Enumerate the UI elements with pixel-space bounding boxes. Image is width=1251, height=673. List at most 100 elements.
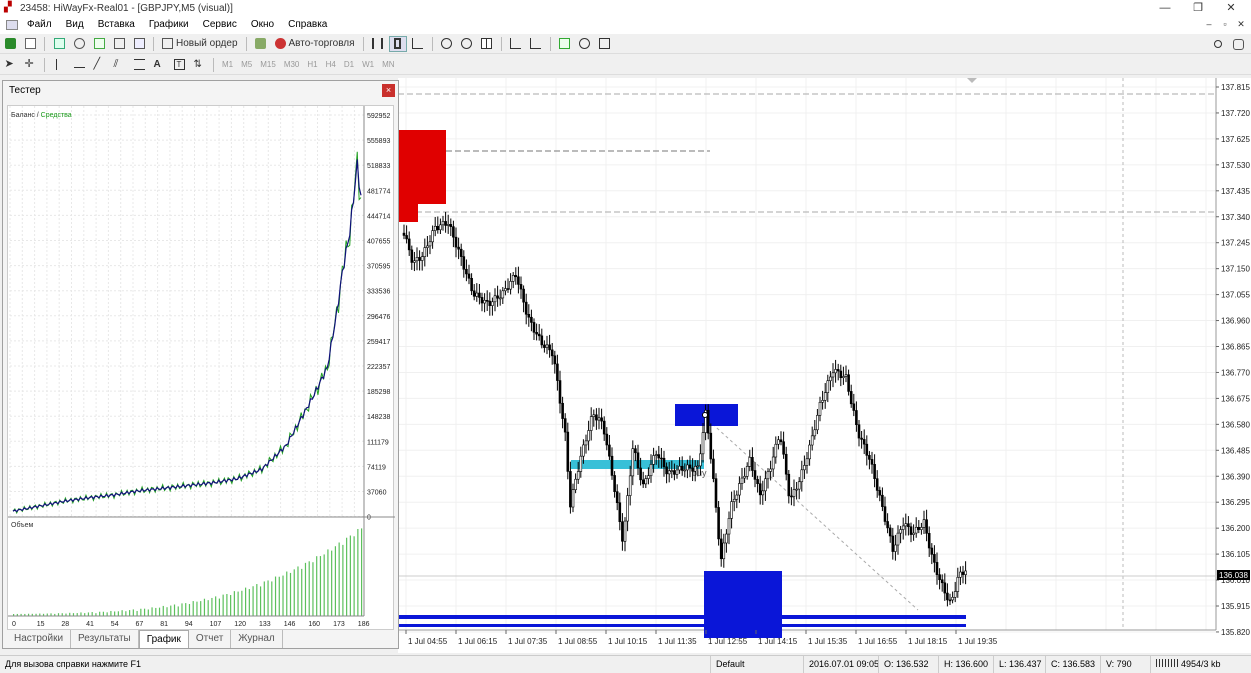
new-chart-icon[interactable] bbox=[1, 36, 19, 52]
vertical-line-icon[interactable] bbox=[50, 57, 68, 73]
horizontal-line-icon[interactable] bbox=[70, 57, 88, 73]
volume-bar bbox=[353, 536, 355, 616]
timeframe-m5[interactable]: M5 bbox=[237, 60, 256, 69]
tester-close-icon[interactable]: × bbox=[382, 84, 395, 97]
candle-body bbox=[761, 490, 765, 496]
candle-body bbox=[940, 579, 944, 584]
price-chart[interactable]: buy 137.815 137.720 137.625 137.530 137.435 13… bbox=[398, 78, 1251, 653]
candlestick-icon[interactable] bbox=[388, 35, 407, 52]
candle-body bbox=[462, 256, 466, 270]
mdi-minimize-icon[interactable]: – bbox=[1202, 17, 1216, 31]
balance-line bbox=[12, 159, 362, 513]
candle-body bbox=[816, 415, 819, 431]
candle-body bbox=[901, 525, 905, 530]
periods-icon[interactable] bbox=[576, 36, 594, 52]
volume-bar bbox=[346, 537, 348, 616]
volume-bar bbox=[252, 586, 254, 616]
profiles-icon[interactable] bbox=[21, 36, 39, 52]
indicators-icon[interactable] bbox=[556, 36, 574, 52]
data-window-icon[interactable] bbox=[90, 36, 108, 52]
timeframe-d1[interactable]: D1 bbox=[340, 60, 358, 69]
candle-body bbox=[675, 469, 679, 475]
fibonacci-icon[interactable] bbox=[130, 57, 148, 73]
candle-body bbox=[730, 501, 733, 519]
timeframe-mn[interactable]: MN bbox=[378, 60, 398, 69]
timeframe-h4[interactable]: H4 bbox=[322, 60, 340, 69]
time-tick-label: 1 Jul 06:15 bbox=[458, 637, 498, 646]
candle-body bbox=[813, 429, 817, 437]
volume-bar bbox=[233, 591, 235, 616]
tab-settings[interactable]: Настройки bbox=[7, 630, 72, 648]
navigator-icon[interactable] bbox=[70, 36, 88, 52]
candle-body bbox=[493, 295, 497, 303]
trade-tick-label: 120 bbox=[234, 621, 246, 628]
candle-body bbox=[935, 562, 939, 575]
profile-name: Default bbox=[710, 656, 745, 673]
candle-body bbox=[470, 277, 473, 292]
zoom-in-icon[interactable] bbox=[438, 36, 456, 52]
candle-body bbox=[722, 542, 726, 560]
bar-close: C: 136.583 bbox=[1045, 656, 1095, 673]
market-watch-icon[interactable] bbox=[50, 36, 68, 52]
candle-body bbox=[660, 457, 663, 460]
search-icon[interactable] bbox=[1209, 36, 1227, 52]
mdi-close-icon[interactable]: ✕ bbox=[1234, 17, 1248, 31]
text-label-icon[interactable]: T bbox=[170, 57, 188, 73]
candle-body bbox=[504, 288, 507, 292]
metaeditor-icon[interactable] bbox=[252, 36, 270, 52]
bar-high: H: 136.600 bbox=[938, 656, 988, 673]
timeframe-w1[interactable]: W1 bbox=[358, 60, 378, 69]
line-chart-icon[interactable] bbox=[409, 36, 427, 52]
equidistant-channel-icon[interactable]: ⫽ bbox=[110, 57, 128, 73]
candle-body bbox=[561, 402, 564, 419]
zoom-out-icon[interactable] bbox=[458, 36, 476, 52]
tab-graph[interactable]: График bbox=[138, 630, 189, 648]
candle-body bbox=[774, 443, 778, 458]
volume-bar bbox=[170, 605, 172, 616]
timeframe-m30[interactable]: M30 bbox=[280, 60, 304, 69]
menu-file[interactable]: Файл bbox=[20, 16, 59, 34]
price-chart-canvas[interactable]: buy137.815137.720137.625137.530137.43513… bbox=[398, 78, 1251, 653]
maximize-icon[interactable]: ❐ bbox=[1183, 0, 1213, 16]
mdi-restore-icon[interactable]: ▫ bbox=[1218, 17, 1232, 31]
templates-icon[interactable] bbox=[596, 36, 614, 52]
tester-legend: Баланс / Средства bbox=[11, 112, 72, 119]
trendline-icon[interactable]: ╱ bbox=[90, 57, 108, 73]
tile-windows-icon[interactable] bbox=[478, 36, 496, 52]
menu-window[interactable]: Окно bbox=[244, 16, 281, 34]
cursor-icon[interactable]: ➤ bbox=[1, 57, 19, 73]
text-icon[interactable]: A bbox=[150, 57, 168, 73]
crosshair-icon[interactable]: ✛ bbox=[21, 57, 39, 73]
timeframe-m1[interactable]: M1 bbox=[218, 60, 237, 69]
menu-view[interactable]: Вид bbox=[59, 16, 91, 34]
menu-charts[interactable]: Графики bbox=[142, 16, 196, 34]
menu-insert[interactable]: Вставка bbox=[91, 16, 142, 34]
timeframe-h1[interactable]: H1 bbox=[303, 60, 321, 69]
chart-shift-icon[interactable] bbox=[527, 36, 545, 52]
new-order-button[interactable]: Новый ордер bbox=[159, 36, 241, 52]
minimize-icon[interactable]: — bbox=[1150, 0, 1180, 16]
tab-results[interactable]: Результаты bbox=[71, 630, 139, 648]
menu-tools[interactable]: Сервис bbox=[196, 16, 244, 34]
candle-body bbox=[654, 454, 658, 456]
candle-body bbox=[426, 245, 429, 248]
menu-help[interactable]: Справка bbox=[281, 16, 334, 34]
chat-icon[interactable] bbox=[1229, 36, 1247, 52]
volume-bar bbox=[203, 598, 206, 616]
tab-journal[interactable]: Журнал bbox=[231, 630, 283, 648]
candle-body bbox=[418, 257, 421, 261]
timeframe-m15[interactable]: M15 bbox=[256, 60, 280, 69]
strategy-tester-icon[interactable] bbox=[130, 36, 148, 52]
bar-chart-icon[interactable] bbox=[369, 36, 387, 52]
auto-scroll-icon[interactable] bbox=[507, 36, 525, 52]
terminal-icon[interactable] bbox=[110, 36, 128, 52]
balance-tick-label: 481774 bbox=[367, 188, 390, 195]
time-tick-label: 1 Jul 11:35 bbox=[658, 637, 697, 646]
arrows-icon[interactable]: ⇅ bbox=[190, 57, 208, 73]
auto-trading-button[interactable]: Авто-торговля bbox=[272, 36, 358, 52]
close-icon[interactable]: ✕ bbox=[1216, 0, 1246, 16]
candle-body bbox=[517, 276, 520, 285]
tab-report[interactable]: Отчет bbox=[189, 630, 232, 648]
candle-body bbox=[777, 439, 780, 445]
candle-body bbox=[883, 506, 887, 522]
